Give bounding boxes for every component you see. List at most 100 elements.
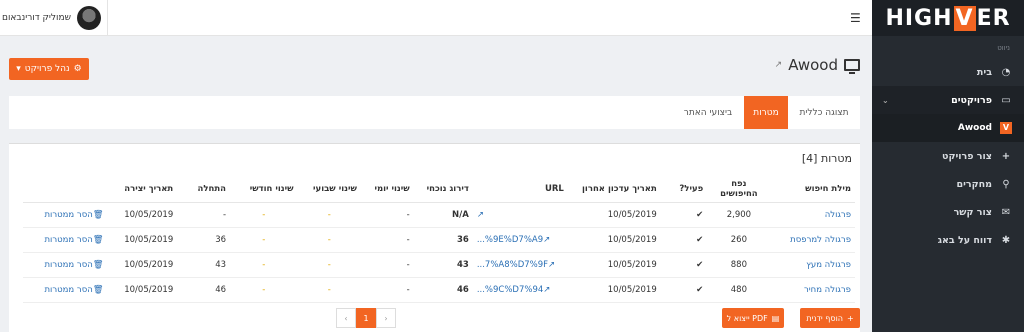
sidebar-item-home[interactable]: ◔ בית — [872, 58, 1024, 86]
monthly-change: - — [230, 227, 298, 253]
table-row: פרגולה למרפסת 260 ✔ 10/05/2019 ...%9E%D7%A9↗… — [23, 227, 855, 253]
created-date: 10/05/2019 — [107, 227, 178, 253]
avatar — [77, 6, 101, 30]
start-rank: - — [177, 202, 231, 228]
monthly-change: - — [230, 252, 298, 278]
last-updated: 10/05/2019 — [567, 227, 661, 253]
tab-overview[interactable]: תצוגה כללית — [788, 96, 860, 129]
col-created: תאריך יצירה — [107, 176, 178, 203]
envelope-icon: ✉ — [1001, 206, 1011, 218]
external-link-icon[interactable]: ↗ — [543, 285, 550, 295]
remove-from-goals-link[interactable]: 🗑הסר ממטרות — [23, 202, 108, 228]
remove-from-goals-link[interactable]: 🗑הסר ממטרות — [23, 252, 108, 278]
keyword-link[interactable]: פרגולה — [770, 202, 855, 228]
pagination: ‹ 1 › — [336, 308, 396, 328]
daily-change: - — [360, 202, 414, 228]
col-weekly-change: שינוי שבועי — [297, 176, 361, 203]
monitor-icon — [844, 59, 860, 74]
col-active: פעיל? — [660, 176, 708, 203]
goals-table: מילת חיפוש נפח החיפושים פעיל? תאריך עדכו… — [23, 176, 855, 303]
table-row: פרגולה מחיר 480 ✔ 10/05/2019 ...%9C%D7%94↗ 4… — [23, 277, 855, 303]
active-check-icon: ✔ — [660, 227, 708, 253]
col-monthly-change: שינוי חודשי — [230, 176, 298, 203]
weekly-change: - — [297, 227, 361, 253]
daily-change: - — [360, 227, 414, 253]
external-link-icon[interactable]: ↗ — [477, 210, 484, 220]
pagination-page-1[interactable]: 1 — [356, 308, 376, 328]
keyword-link[interactable]: פרגולה למרפסת — [770, 227, 855, 253]
user-name: שמוליק דורינבאום — [1, 13, 71, 23]
search-volume: 260 — [707, 227, 771, 253]
created-date: 10/05/2019 — [107, 202, 178, 228]
weekly-change: - — [297, 277, 361, 303]
last-updated: 10/05/2019 — [567, 252, 661, 278]
url-link[interactable]: ...7%A8%D7%9F↗ — [472, 252, 568, 278]
page-title: ↗ Awood — [775, 56, 860, 74]
manage-project-button[interactable]: ▾ נהל פרויקט ⚙ — [9, 58, 89, 80]
current-rank: 46 — [413, 277, 473, 303]
sidebar-item-create-project[interactable]: + צור פרויקט — [872, 142, 1024, 170]
tab-site-performance[interactable]: ביצועי האתר — [672, 96, 744, 129]
monitor-icon: ▭ — [1001, 94, 1011, 106]
panel-title: מטרות [4] — [801, 152, 852, 165]
col-actions — [23, 176, 108, 203]
col-current-rank: דירוג נוכחי — [413, 176, 473, 203]
table-row: פרגולה 2,900 ✔ 10/05/2019 ↗ N/A - - - -10/05/201… — [23, 202, 855, 228]
url-link[interactable]: ↗ — [472, 202, 568, 228]
main-content: ▾ נהל פרויקט ⚙ ↗ Awood תצוגה כללית מטרות… — [0, 36, 872, 332]
project-v-icon: V — [1000, 122, 1012, 134]
sidebar-item-project-awood[interactable]: V Awood — [872, 114, 1024, 142]
pagination-next[interactable]: › — [376, 308, 396, 328]
hamburger-icon[interactable]: ☰ — [850, 11, 862, 25]
start-rank: 46 — [177, 277, 231, 303]
url-link[interactable]: ...%9C%D7%94↗ — [472, 277, 568, 303]
add-manually-button[interactable]: הוסף ידנית + — [800, 308, 860, 328]
gear-icon: ⚙ — [73, 64, 82, 74]
sidebar-item-contact[interactable]: ✉ צור קשר — [872, 198, 1024, 226]
external-link-icon[interactable]: ↗ — [775, 60, 783, 70]
chevron-down-icon: ⌄ — [882, 95, 889, 105]
trash-icon: 🗑 — [92, 284, 104, 295]
search-volume: 2,900 — [707, 202, 771, 228]
keyword-link[interactable]: פרגולה מעץ — [770, 252, 855, 278]
col-start: התחלה — [177, 176, 231, 203]
last-updated: 10/05/2019 — [567, 202, 661, 228]
sidebar-item-projects[interactable]: ▭ פרויקטים ⌄ — [872, 86, 1024, 114]
search-volume: 880 — [707, 252, 771, 278]
user-menu[interactable]: שמוליק דורינבאום — [0, 0, 108, 36]
plus-icon: + — [846, 313, 854, 323]
tab-goals[interactable]: מטרות — [744, 96, 788, 129]
monthly-change: - — [230, 277, 298, 303]
goals-panel: מטרות [4] מילת חיפוש נפח החיפושים פעיל? … — [9, 143, 860, 332]
tab-bar: תצוגה כללית מטרות ביצועי האתר — [9, 96, 860, 129]
external-link-icon[interactable]: ↗ — [543, 235, 550, 245]
remove-from-goals-link[interactable]: 🗑הסר ממטרות — [23, 227, 108, 253]
created-date: 10/05/2019 — [107, 277, 178, 303]
logo[interactable]: HIGH V ER — [872, 0, 1024, 36]
pagination-prev[interactable]: ‹ — [336, 308, 356, 328]
trash-icon: 🗑 — [92, 209, 104, 220]
sidebar-item-research[interactable]: ⚲ מחקרים — [872, 170, 1024, 198]
weekly-change: - — [297, 252, 361, 278]
active-check-icon: ✔ — [660, 202, 708, 228]
caret-down-icon: ▾ — [16, 64, 21, 74]
trash-icon: 🗑 — [92, 234, 104, 245]
external-link-icon[interactable]: ↗ — [548, 260, 555, 270]
current-rank: N/A — [413, 202, 473, 228]
export-pdf-button[interactable]: ייצוא ל PDF ▤ — [722, 308, 784, 328]
sidebar: HIGH V ER ניווט ◔ בית ▭ פרויקטים ⌄ V Awood… — [872, 0, 1024, 332]
remove-from-goals-link[interactable]: 🗑הסר ממטרות — [23, 277, 108, 303]
col-url: URL — [472, 176, 568, 203]
trash-icon: 🗑 — [92, 259, 104, 270]
sidebar-item-report-bug[interactable]: ✱ דווח על באג — [872, 226, 1024, 254]
daily-change: - — [360, 277, 414, 303]
url-link[interactable]: ...%9E%D7%A9↗ — [472, 227, 568, 253]
created-date: 10/05/2019 — [107, 252, 178, 278]
pdf-file-icon: ▤ — [771, 313, 780, 323]
start-rank: 43 — [177, 252, 231, 278]
table-row: פרגולה מעץ 880 ✔ 10/05/2019 ...7%A8%D7%9F↗ 4… — [23, 252, 855, 278]
panel-footer: הוסף ידנית + ייצוא ל PDF ▤ ‹ 1 › — [9, 308, 860, 332]
top-bar: שמוליק דורינבאום ☰ — [0, 0, 872, 36]
table-header-row: מילת חיפוש נפח החיפושים פעיל? תאריך עדכו… — [23, 176, 855, 203]
keyword-link[interactable]: פרגולה מחיר — [770, 277, 855, 303]
